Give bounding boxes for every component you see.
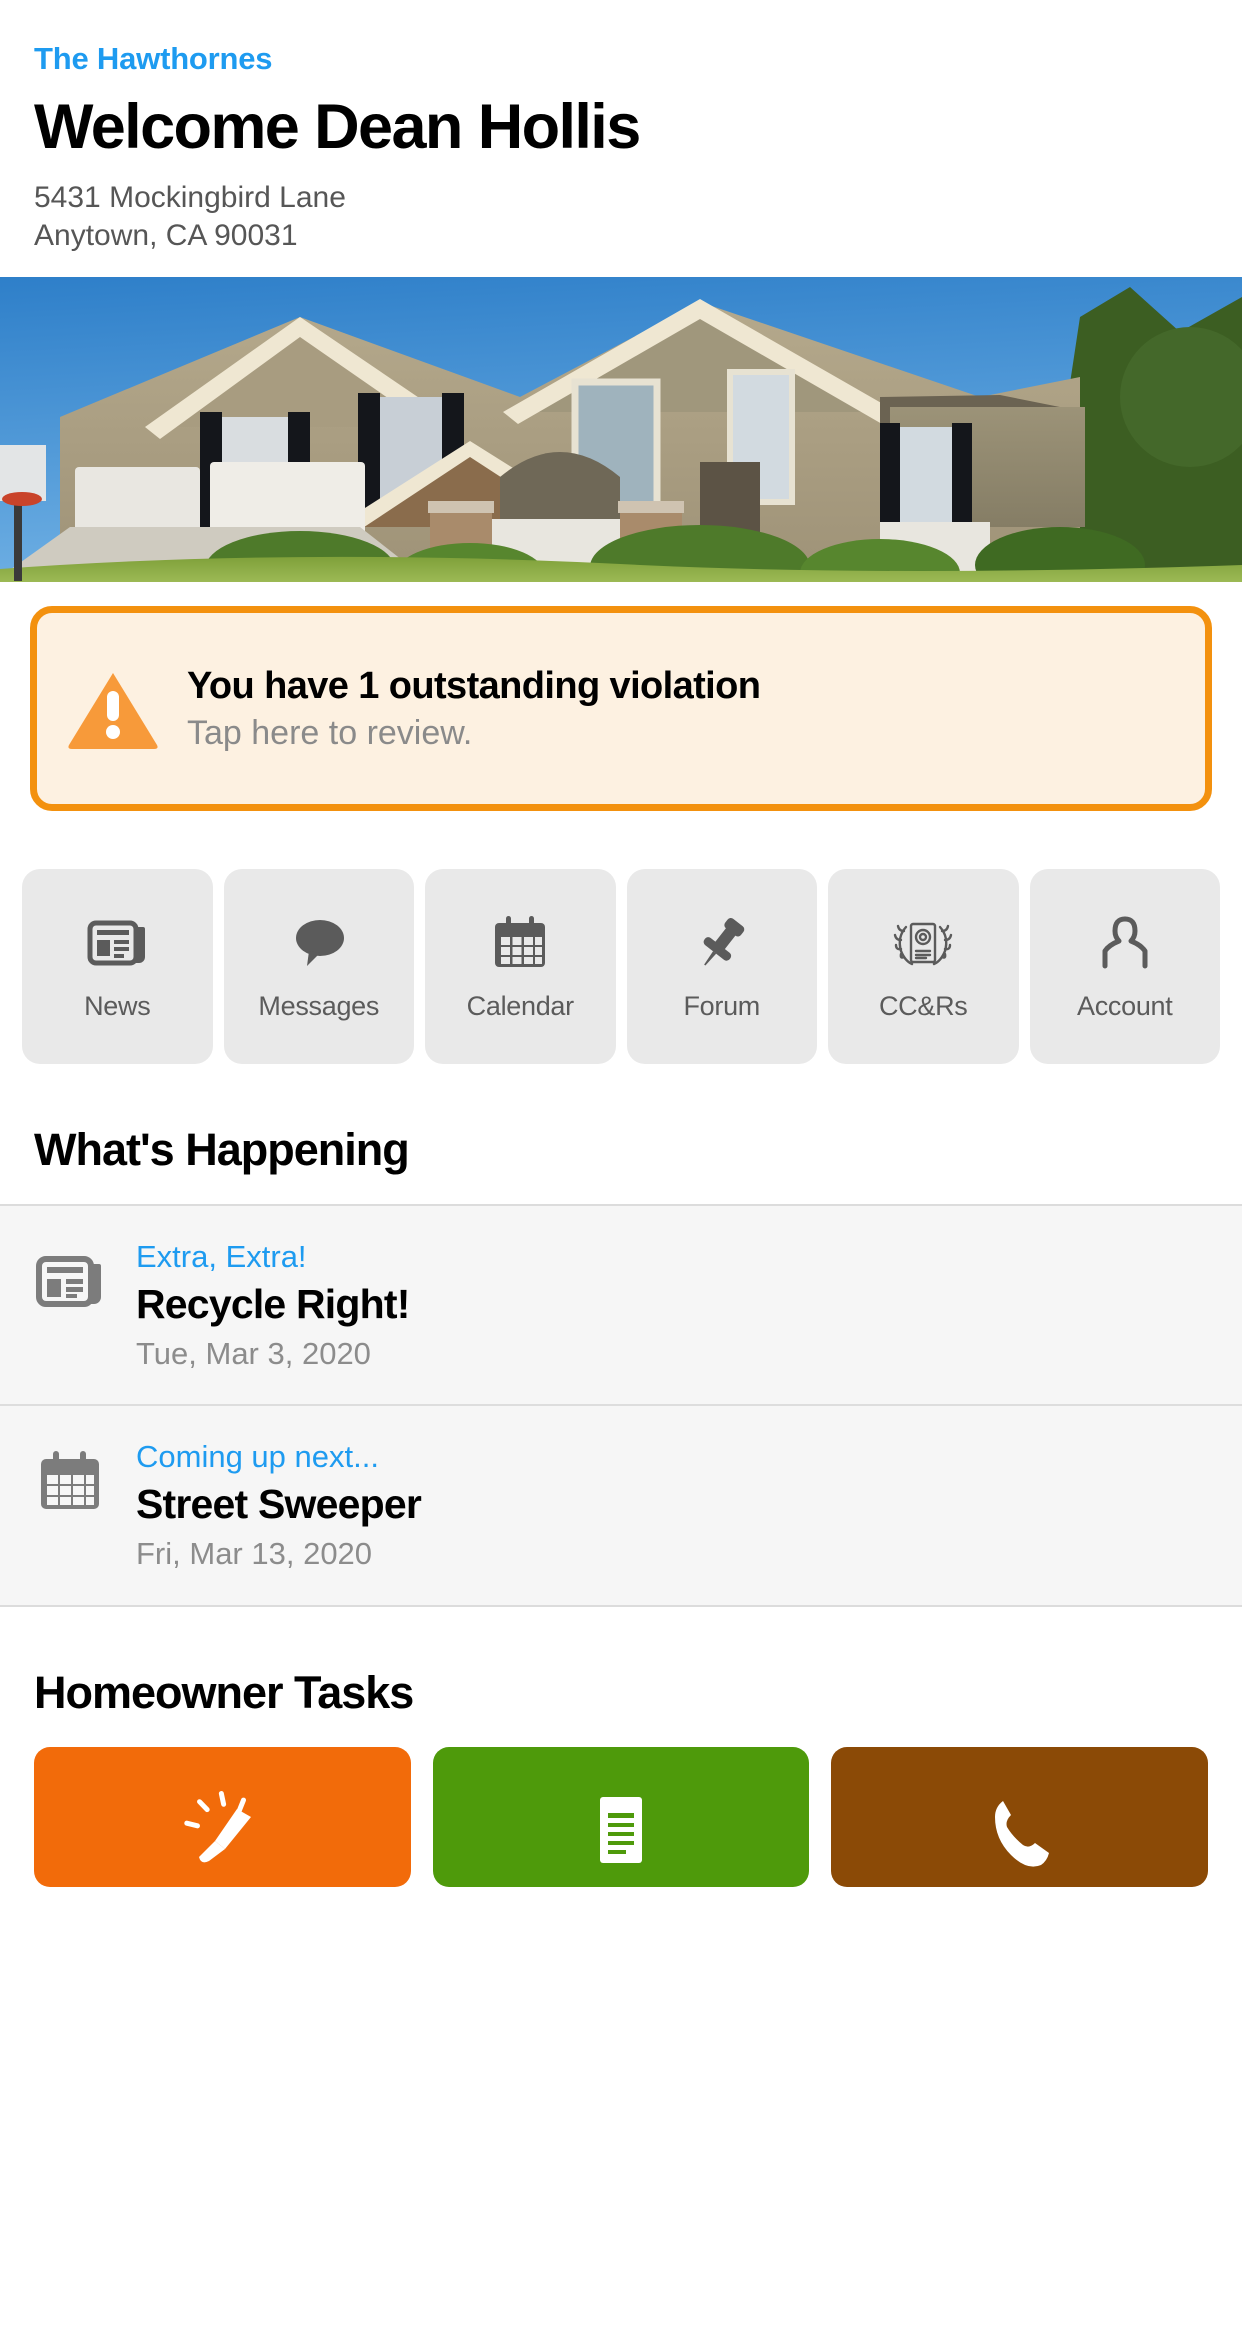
list-item-date: Tue, Mar 3, 2020 <box>136 1336 371 1372</box>
list-item-title: Recycle Right! <box>136 1281 410 1328</box>
person-icon <box>1093 911 1157 975</box>
list-item-body: Coming up next... Street Sweeper Fri, Ma… <box>136 1438 422 1574</box>
violation-title: You have 1 outstanding violation <box>187 664 761 707</box>
section-title-homeowner-tasks: Homeowner Tasks <box>34 1666 414 1718</box>
house-photo-illustration <box>0 277 1242 583</box>
tile-news[interactable]: News <box>22 869 213 1065</box>
tile-label-news: News <box>84 991 151 1022</box>
list-item-title: Street Sweeper <box>136 1481 422 1528</box>
address-line-1: 5431 Mockingbird Lane <box>34 180 346 214</box>
tile-calendar[interactable]: Calendar <box>425 869 616 1065</box>
tile-label-account: Account <box>1077 991 1173 1022</box>
calendar-icon <box>34 1446 106 1518</box>
list-item-date: Fri, Mar 13, 2020 <box>136 1536 373 1572</box>
megaphone-icon <box>179 1787 265 1873</box>
certificate-laurel-icon <box>891 911 955 975</box>
newspaper-icon <box>34 1246 106 1318</box>
list-item-body: Extra, Extra! Recycle Right! Tue, Mar 3,… <box>136 1238 410 1374</box>
community-name[interactable]: The Hawthornes <box>34 41 1208 76</box>
list-item[interactable]: Extra, Extra! Recycle Right! Tue, Mar 3,… <box>0 1206 1242 1404</box>
tile-label-ccrs: CC&Rs <box>878 991 968 1022</box>
tile-label-forum: Forum <box>683 991 760 1022</box>
list-item-kicker: Coming up next... <box>136 1439 379 1475</box>
property-address: 5431 Mockingbird Lane Anytown, CA 90031 <box>34 179 1208 256</box>
warning-triangle-icon <box>67 669 159 749</box>
tile-ccrs[interactable]: CC&Rs <box>828 869 1019 1065</box>
tile-account[interactable]: Account <box>1029 869 1220 1065</box>
tile-label-calendar: Calendar <box>466 991 574 1022</box>
home-screen: The Hawthornes Welcome Dean Hollis 5431 … <box>0 0 1242 2331</box>
task-card-documents[interactable] <box>432 1746 810 1887</box>
section-title-whats-happening: What's Happening <box>34 1124 410 1176</box>
violation-subtitle: Tap here to review. <box>187 713 473 752</box>
header: The Hawthornes Welcome Dean Hollis 5431 … <box>0 0 1242 255</box>
list-item[interactable]: Coming up next... Street Sweeper Fri, Ma… <box>0 1404 1242 1604</box>
violation-banner-wrap: You have 1 outstanding violation Tap her… <box>0 582 1242 812</box>
phone-icon <box>977 1787 1063 1873</box>
newspaper-icon <box>85 911 149 975</box>
tile-label-messages: Messages <box>258 991 380 1022</box>
task-card-contact[interactable] <box>831 1746 1209 1887</box>
tile-messages[interactable]: Messages <box>223 869 414 1065</box>
whats-happening-list: Extra, Extra! Recycle Right! Tue, Mar 3,… <box>0 1204 1242 1607</box>
address-line-2: Anytown, CA 90031 <box>34 219 298 253</box>
list-item-kicker: Extra, Extra! <box>136 1239 307 1275</box>
calendar-icon <box>488 911 552 975</box>
violation-banner[interactable]: You have 1 outstanding violation Tap her… <box>30 606 1212 812</box>
violation-text: You have 1 outstanding violation Tap her… <box>187 664 761 753</box>
quick-access-tiles: News Messages Calendar Forum CC&Rs Accou… <box>0 811 1242 1065</box>
homeowner-task-cards <box>0 1746 1242 1887</box>
document-icon <box>578 1787 664 1873</box>
speech-bubble-icon <box>287 911 351 975</box>
tile-forum[interactable]: Forum <box>626 869 817 1065</box>
property-photo[interactable] <box>0 277 1242 583</box>
task-card-report[interactable] <box>34 1746 411 1887</box>
pushpin-icon <box>690 911 754 975</box>
page-title: Welcome Dean Hollis <box>34 92 641 163</box>
